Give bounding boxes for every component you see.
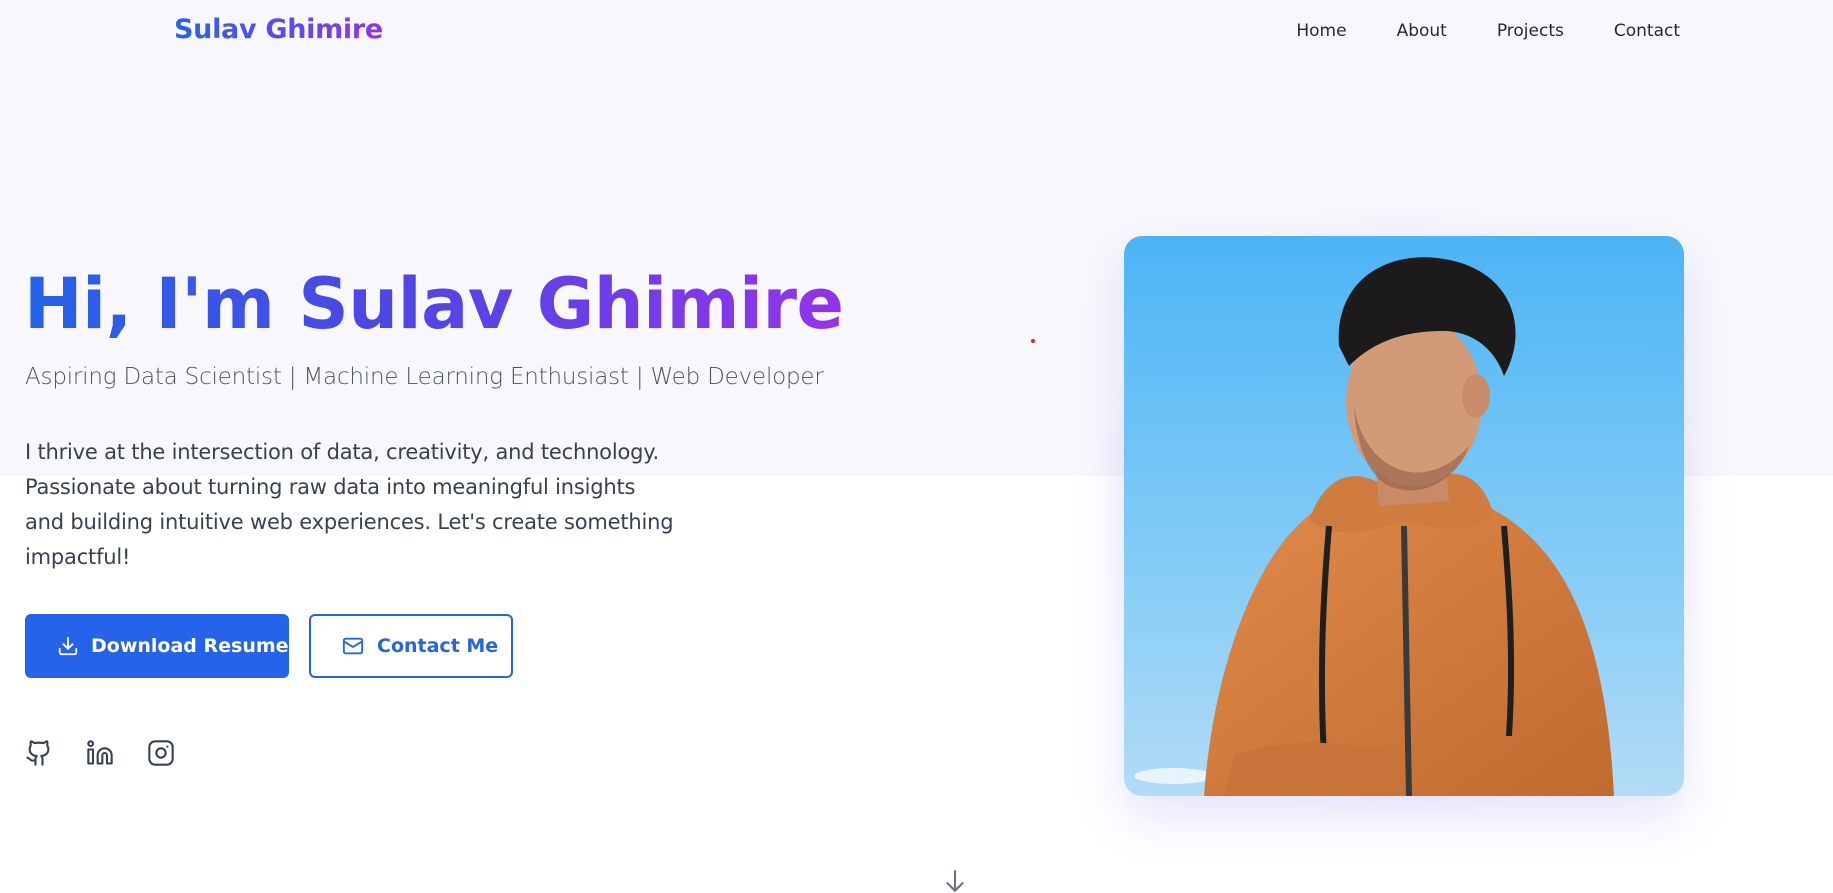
- hero-buttons: Download Resume Contact Me: [25, 614, 513, 678]
- hero-title: Hi, I'm Sulav Ghimire: [24, 263, 844, 345]
- nav-link-contact[interactable]: Contact: [1614, 21, 1680, 41]
- linkedin-icon[interactable]: [86, 738, 114, 768]
- scroll-down-arrow-icon[interactable]: [940, 868, 970, 893]
- profile-photo-illustration: [1124, 236, 1684, 796]
- nav-link-about[interactable]: About: [1397, 21, 1447, 41]
- download-icon: [58, 636, 78, 656]
- contact-me-button[interactable]: Contact Me: [309, 614, 513, 678]
- navbar: Sulav Ghimire Home About Projects Contac…: [0, 0, 1833, 66]
- download-resume-label: Download Resume: [91, 635, 289, 657]
- profile-photo: [1124, 236, 1684, 796]
- contact-me-label: Contact Me: [377, 635, 499, 657]
- site-logo[interactable]: Sulav Ghimire: [174, 14, 383, 45]
- nav-links: Home About Projects Contact: [1296, 21, 1680, 41]
- nav-link-projects[interactable]: Projects: [1497, 21, 1564, 41]
- mail-icon: [342, 637, 364, 655]
- instagram-icon[interactable]: [147, 738, 175, 768]
- github-icon[interactable]: [25, 738, 53, 768]
- nav-link-home[interactable]: Home: [1296, 21, 1346, 41]
- download-resume-button[interactable]: Download Resume: [25, 614, 289, 678]
- social-links: [25, 738, 175, 768]
- hero-subtitle: Aspiring Data Scientist | Machine Learni…: [25, 364, 824, 390]
- page: Sulav Ghimire Home About Projects Contac…: [0, 0, 1833, 893]
- hero-description: I thrive at the intersection of data, cr…: [25, 440, 674, 569]
- decorative-dot: [1031, 339, 1035, 343]
